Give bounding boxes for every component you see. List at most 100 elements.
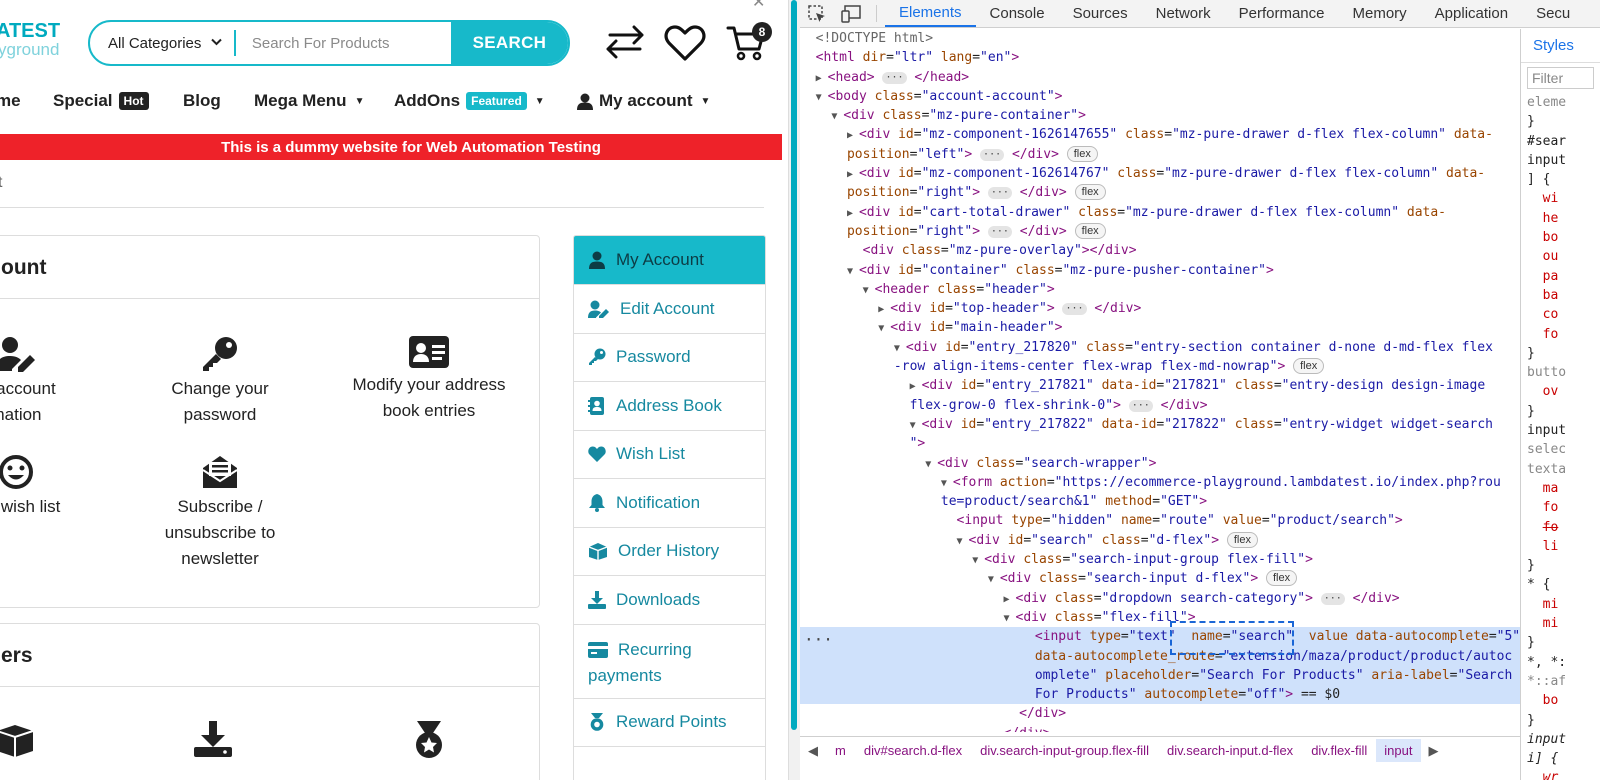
dom-node-line[interactable]: ▶ <div id="mz-component-162614767" class=… [800,164,1520,183]
dom-node-line[interactable]: ▶ <div id="cart-total-drawer" class="mz-p… [800,203,1520,222]
dom-node-line-selected[interactable]: For Products" autocomplete="off"> == $0 [800,685,1520,705]
sidebar-item-address-book[interactable]: Address Book [574,381,765,430]
style-rule-line[interactable]: co [1521,305,1600,324]
dom-node-line[interactable]: <div class="mz-pure-overlay"></div> [800,241,1520,260]
page-scrollbar-thumb[interactable] [791,0,797,730]
style-rule-line[interactable]: he [1521,209,1600,228]
dom-node-line[interactable]: ▼ <div class="search-wrapper"> [800,454,1520,473]
sidebar-item-edit-account[interactable]: Edit Account [574,284,765,333]
tab-network[interactable]: Network [1142,0,1225,27]
style-rule-line[interactable]: mi [1521,614,1600,633]
sidebar-item-order-history[interactable]: Order History [574,526,765,576]
style-rule-line[interactable]: eleme [1521,93,1600,112]
search-button[interactable]: SEARCH [450,22,568,64]
style-rule-line[interactable]: ov [1521,382,1600,401]
tab-styles[interactable]: Styles [1521,29,1600,63]
style-rule-line[interactable]: * { [1521,575,1600,594]
style-rule-line[interactable]: fo [1521,498,1600,517]
more-options-icon[interactable]: ··· [804,630,833,649]
pane-divider[interactable] [788,0,800,780]
dom-node-line[interactable]: ▶ <div id="mz-component-1626147655" class… [800,125,1520,144]
close-icon[interactable]: ✕ [752,0,765,12]
style-rule-line[interactable]: bo [1521,228,1600,247]
dom-node-line[interactable]: ▼ <div class="search-input-group flex-fil… [800,550,1520,569]
heart-icon[interactable] [664,24,706,67]
address-book-tile[interactable]: Modify your address book entries [339,336,519,424]
dom-node-line[interactable]: te=product/search&1" method="GET"> [800,492,1520,511]
style-rule-line[interactable]: *::af [1521,672,1600,691]
dom-node-line[interactable]: ▶ <head> ··· </head> [800,68,1520,87]
style-rule-line[interactable]: texta [1521,460,1600,479]
sidebar-item-notification[interactable]: Notification [574,478,765,527]
reward-points-tile[interactable] [399,721,459,763]
style-rule-line[interactable]: } [1521,633,1600,652]
style-rule-line[interactable]: ] { [1521,170,1600,189]
order-history-tile[interactable] [0,721,45,761]
newsletter-tile[interactable]: Subscribe / unsubscribe to newsletter [145,454,295,572]
inspect-element-icon[interactable] [800,0,834,27]
dom-node-line[interactable]: ▼ <div id="container" class="mz-pure-push… [800,261,1520,280]
sidebar-item-more[interactable] [574,746,765,780]
style-rule-line[interactable]: } [1521,344,1600,363]
style-rule-line[interactable]: ba [1521,286,1600,305]
style-rule-line[interactable]: #sear [1521,132,1600,151]
style-rule-line[interactable]: input [1521,151,1600,170]
dom-node-line[interactable]: </div> [800,724,1520,732]
dom-node-line[interactable]: flex-grow-0 flex-shrink-0"> ··· </div> [800,396,1520,415]
breadcrumb-right-arrow[interactable]: ▶ [1421,743,1447,759]
dom-node-line[interactable]: ▼ <div id="entry_217822" data-id="217822"… [800,415,1520,434]
dom-node-line[interactable]: ▼ <div id="main-header"> [800,318,1520,337]
dom-node-line[interactable]: ▼ <div class="mz-pure-container"> [800,106,1520,125]
change-password-tile[interactable]: Change your password [145,336,295,428]
dom-node-line[interactable]: <html dir="ltr" lang="en"> [800,48,1520,67]
style-rule-line[interactable]: pa [1521,267,1600,286]
style-rule-line[interactable]: input [1521,421,1600,440]
dom-node-line[interactable]: ▼ <div class="flex-fill"> [800,608,1520,627]
tab-elements[interactable]: Elements [885,0,976,27]
nav-item-blog[interactable]: Blog [183,91,221,111]
dom-node-line[interactable]: -row align-items-center flex-wrap flex-m… [800,357,1520,376]
breadcrumb-item[interactable]: input [1376,739,1421,762]
style-rule-line[interactable]: fo [1521,325,1600,344]
dom-tree[interactable]: <!DOCTYPE html> <html dir="ltr" lang="en… [800,29,1520,732]
style-rule-line[interactable]: bo [1521,691,1600,710]
style-rule-line[interactable]: } [1521,112,1600,131]
breadcrumb-left-arrow[interactable]: ◀ [800,743,826,759]
styles-filter-input[interactable]: Filter [1527,67,1594,89]
dom-node-line-selected[interactable]: <input type="text" name="search" value d… [800,627,1520,647]
dom-node-line[interactable]: ▶ <div class="dropdown search-category"> … [800,589,1520,608]
wish-list-tile[interactable]: our wish list [0,454,91,520]
sidebar-item-my-account[interactable]: My Account [574,236,765,284]
dom-node-line[interactable]: <input type="hidden" name="route" value=… [800,511,1520,530]
compare-icon[interactable] [604,24,646,65]
tab-performance[interactable]: Performance [1225,0,1339,27]
device-toolbar-icon[interactable] [834,0,868,27]
tab-security[interactable]: Secu [1522,0,1584,27]
sidebar-item-recurring-payments[interactable]: Recurring payments [574,623,765,698]
dom-node-line[interactable]: <!DOCTYPE html> [800,29,1520,48]
dom-node-line-selected[interactable]: omplete" placeholder="Search For Product… [800,665,1520,686]
style-rule-line[interactable]: wr [1521,768,1600,780]
breadcrumb[interactable]: t [0,174,2,192]
style-rule-line[interactable]: } [1521,402,1600,421]
nav-item-my-account[interactable]: My account ▼ [577,91,710,111]
breadcrumb-item[interactable]: div.flex-fill [1302,743,1376,758]
tab-sources[interactable]: Sources [1059,0,1142,27]
nav-item-home[interactable]: me [0,91,21,111]
style-rule-line[interactable]: i] { [1521,749,1600,768]
dom-node-line-selected[interactable]: data-autocomplete_route="extension/maza/… [800,646,1520,666]
dom-node-line[interactable]: ▼ <div id="entry_217820" class="entry-sec… [800,338,1520,357]
sidebar-item-password[interactable]: Password [574,332,765,382]
dom-node-line[interactable]: ▼ <div id="search" class="d-flex"> flex [800,531,1520,550]
style-rule-line[interactable]: butto [1521,363,1600,382]
tab-memory[interactable]: Memory [1339,0,1421,27]
sidebar-item-wish-list[interactable]: Wish List [574,429,765,479]
style-rule-line[interactable]: ma [1521,479,1600,498]
style-rule-line[interactable]: wi [1521,189,1600,208]
tab-console[interactable]: Console [976,0,1059,27]
style-rule-line[interactable]: ou [1521,247,1600,266]
tab-application[interactable]: Application [1421,0,1522,27]
sidebar-item-reward-points[interactable]: Reward Points [574,697,765,747]
style-rule-line[interactable]: } [1521,556,1600,575]
dom-node-line[interactable]: position="left"> ··· </div> flex [800,145,1520,164]
